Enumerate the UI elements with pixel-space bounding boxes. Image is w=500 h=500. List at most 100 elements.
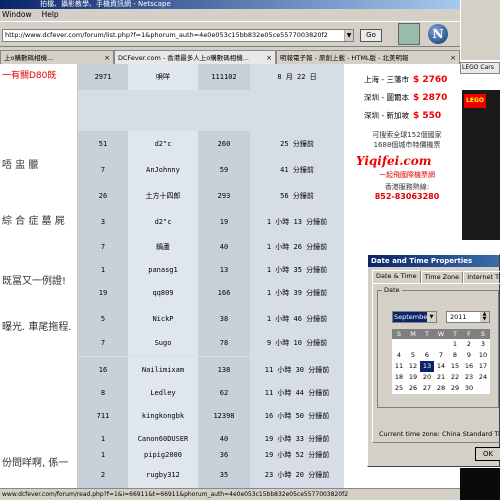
calendar-day[interactable]: 8 — [448, 350, 462, 361]
last-post-cell: 1 小時 39 分鐘前 — [250, 279, 344, 306]
author-cell[interactable]: NickP — [128, 305, 198, 332]
window-title: 拍檔、攝影教學、手機資訊網 - Netscape — [0, 0, 460, 9]
author-cell[interactable]: 土方十四郎 — [128, 182, 198, 209]
close-icon[interactable]: × — [104, 52, 110, 64]
calendar-day[interactable]: 2 — [462, 339, 476, 350]
table-row[interactable]: 26 土方十四郎 293 56 分鐘前 — [78, 182, 344, 209]
calendar-day[interactable]: 1 — [448, 339, 462, 350]
author-cell[interactable]: rugby312 — [128, 461, 198, 488]
calendar-day[interactable]: 25 — [392, 383, 406, 394]
replies-cell: 3 — [78, 208, 128, 235]
calendar-day[interactable]: 24 — [476, 372, 490, 383]
tab-internet-time[interactable]: Internet Time — [463, 271, 500, 283]
tab-1[interactable]: 上o購數碼相機... × — [0, 50, 114, 64]
background-toolbar — [460, 0, 500, 60]
close-icon[interactable]: × — [266, 52, 272, 64]
table-row[interactable]: 2 rugby312 35 23 小時 20 分鐘前 — [78, 461, 344, 488]
calendar-day[interactable]: 12 — [406, 361, 420, 372]
calendar-day[interactable]: 3 — [476, 339, 490, 350]
calendar-day[interactable]: 7 — [434, 350, 448, 361]
tab-lego[interactable]: LEGO Cars — [460, 62, 500, 74]
url-dropdown-icon[interactable]: ▼ — [344, 30, 353, 41]
tab-3[interactable]: 明報電子報 - 原創上載 - HTML版 - 北美明報 × — [276, 50, 460, 64]
topic-title[interactable]: 綜 合 症 墓 屍 — [2, 212, 65, 227]
calendar-day[interactable]: 15 — [448, 361, 462, 372]
table-row[interactable]: 19 qq809 166 1 小時 39 分鐘前 — [78, 279, 344, 306]
year-stepper[interactable]: 2011 ▲ ▼ — [446, 311, 490, 323]
netscape-logo: N — [428, 24, 448, 44]
calendar-day[interactable]: 17 — [476, 361, 490, 372]
menu-help[interactable]: Help — [42, 9, 59, 21]
author-cell[interactable]: 唄咩 — [128, 64, 198, 90]
table-row[interactable]: 7 Sugo 78 9 小時 10 分鐘前 — [78, 329, 344, 356]
views-cell: 59 — [198, 156, 250, 183]
topic-title[interactable]: 份問咩啊, 係一 — [2, 454, 68, 469]
tab-label: 上o購數碼相機... — [4, 53, 54, 62]
calendar-day[interactable]: 20 — [420, 372, 434, 383]
menu-window[interactable]: Window — [2, 9, 32, 21]
author-cell[interactable]: d2"c — [128, 130, 198, 157]
chevron-down-icon[interactable]: ▼ — [427, 312, 436, 322]
tab-time-zone[interactable]: Time Zone — [420, 271, 464, 283]
author-cell[interactable]: d2"c — [128, 208, 198, 235]
calendar-day[interactable]: 29 — [448, 383, 462, 394]
replies-cell: 51 — [78, 130, 128, 157]
topic-title[interactable]: 一有關D80既 — [2, 68, 56, 81]
table-row[interactable]: 7 AnJohnny 59 41 分鐘前 — [78, 156, 344, 183]
tab-2[interactable]: DCFever.com - 香港最多人上o購數碼相機... × — [114, 50, 276, 64]
calendar-empty-cell — [392, 339, 406, 350]
spin-arrows-icon[interactable]: ▲ ▼ — [480, 312, 489, 322]
calendar-day[interactable]: 4 — [392, 350, 406, 361]
calendar-day[interactable]: 21 — [434, 372, 448, 383]
author-cell[interactable]: Sugo — [128, 329, 198, 356]
table-row[interactable]: 5 NickP 38 1 小時 46 分鐘前 — [78, 305, 344, 332]
calendar-day[interactable]: 10 — [476, 350, 490, 361]
hotline-number: 852-83063280 — [374, 192, 440, 201]
replies-cell: 5 — [78, 305, 128, 332]
calendar-day[interactable]: 18 — [392, 372, 406, 383]
calendar-day[interactable]: 22 — [448, 372, 462, 383]
calendar-empty-cell — [476, 383, 490, 394]
last-post-cell: 1 小時 13 分鐘前 — [250, 208, 344, 235]
dialog-title: Date and Time Properties — [368, 255, 499, 267]
url-input[interactable]: http://www.dcfever.com/forum/list.php?f=… — [2, 29, 354, 42]
month-select[interactable]: September ▼ — [392, 311, 437, 323]
table-row[interactable]: 3 d2"c 19 1 小時 13 分鐘前 — [78, 208, 344, 235]
topic-title[interactable]: 既冨又一例證! — [2, 272, 66, 287]
tab-date-time[interactable]: Date & Time — [372, 270, 421, 283]
calendar-day[interactable]: 13 — [420, 361, 434, 372]
calendar-day[interactable]: 14 — [434, 361, 448, 372]
calendar-day[interactable]: 5 — [406, 350, 420, 361]
last-post-cell: 56 分鐘前 — [250, 182, 344, 209]
tab-label: 明報電子報 - 原創上載 - HTML版 - 北美明報 — [280, 53, 409, 62]
topic-title[interactable]: 唔 盅 臘 — [2, 156, 38, 171]
calendar-day[interactable]: 28 — [434, 383, 448, 394]
last-post-cell: 23 小時 20 分鐘前 — [250, 461, 344, 488]
print-icon[interactable] — [398, 23, 420, 45]
calendar-day[interactable]: 6 — [420, 350, 434, 361]
close-icon[interactable]: × — [450, 52, 456, 64]
month-value: September — [393, 312, 431, 322]
calendar-day[interactable]: 30 — [462, 383, 476, 394]
price-line: 深圳 - 新加坡 $ 550 — [364, 110, 441, 121]
author-cell[interactable]: qq809 — [128, 279, 198, 306]
calendar-day[interactable]: 11 — [392, 361, 406, 372]
calendar-day[interactable]: 9 — [462, 350, 476, 361]
calendar-day[interactable]: 23 — [462, 372, 476, 383]
go-button[interactable]: Go — [360, 29, 382, 42]
views-cell: 35 — [198, 461, 250, 488]
author-cell[interactable]: AnJohnny — [128, 156, 198, 183]
topic-title[interactable]: 曝光. 車尾拖程. — [2, 318, 72, 333]
calendar-day[interactable]: 19 — [406, 372, 420, 383]
table-row[interactable]: 51 d2"c 260 25 分鐘前 — [78, 130, 344, 157]
calendar-day[interactable]: 16 — [462, 361, 476, 372]
weekday-label: W — [437, 330, 445, 338]
status-bar: www.dcfever.com/forum/read.php?f=1&i=669… — [0, 488, 460, 500]
calendar-day[interactable]: 27 — [420, 383, 434, 394]
views-cell: 38 — [198, 305, 250, 332]
table-row[interactable]: 2971 唄咩 111102 8 月 22 日 — [78, 64, 344, 90]
calendar-day[interactable]: 26 — [406, 383, 420, 394]
weekday-label: M — [410, 330, 416, 338]
ok-button[interactable]: OK — [475, 447, 500, 461]
replies-cell: 19 — [78, 279, 128, 306]
